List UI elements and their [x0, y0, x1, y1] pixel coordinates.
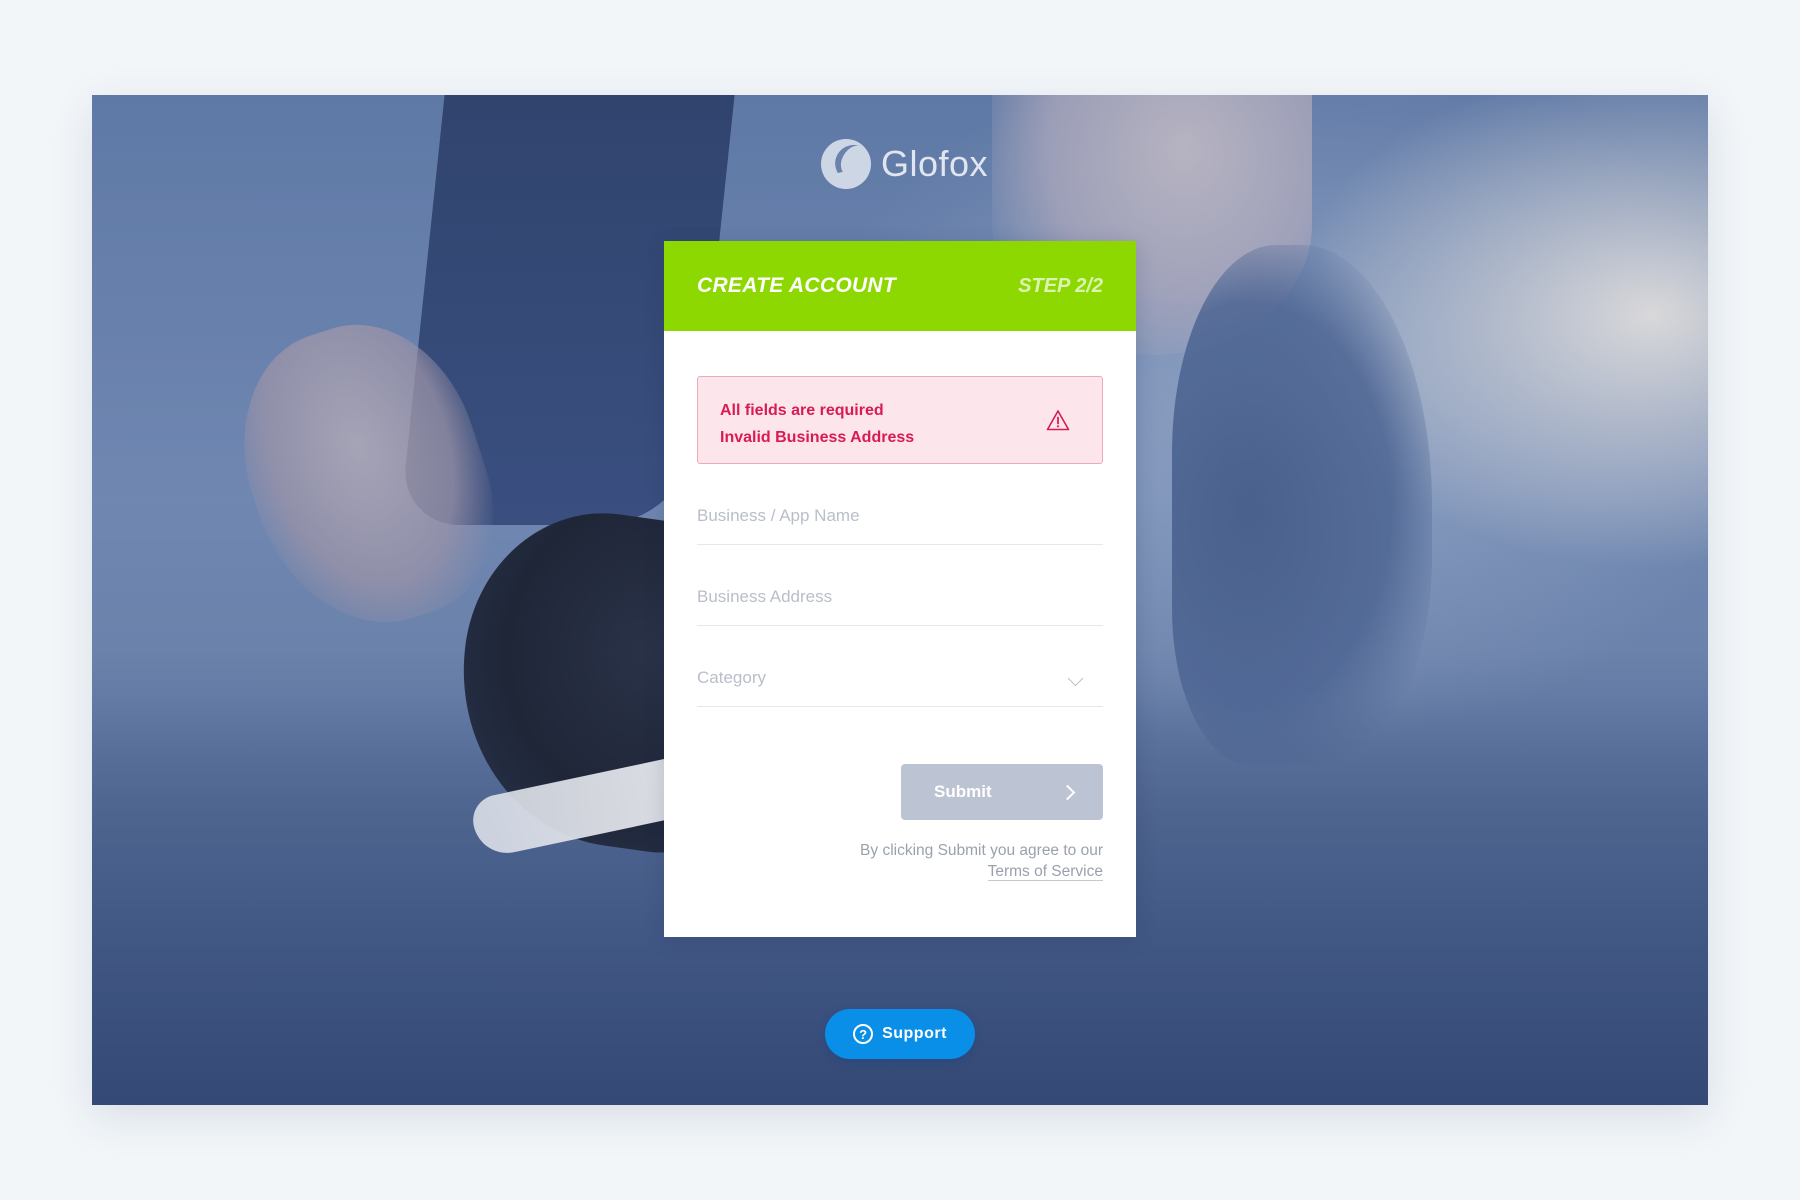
brand-name: Glofox	[881, 143, 989, 184]
alert-message-required: All fields are required	[720, 402, 884, 419]
chevron-right-icon	[1059, 784, 1076, 800]
business-address-input[interactable]	[697, 587, 1103, 607]
brand-logo: Glofox	[821, 139, 988, 189]
glofox-logo-icon	[821, 139, 871, 189]
alert-message-address: Invalid Business Address	[720, 429, 915, 446]
business-name-field	[697, 464, 1103, 545]
create-account-card: CREATE ACCOUNT STEP 2/2 All fields are r…	[664, 241, 1136, 937]
card-title: CREATE ACCOUNT	[697, 274, 897, 297]
category-select[interactable]: Category	[697, 626, 1103, 707]
support-button[interactable]: ? Support	[825, 1009, 975, 1059]
card-header: CREATE ACCOUNT STEP 2/2	[664, 241, 1136, 331]
terms-text: By clicking Submit you agree to our	[860, 842, 1103, 859]
help-circle-icon: ?	[853, 1024, 874, 1044]
card-body: All fields are required Invalid Business…	[664, 331, 1136, 882]
terms-notice: By clicking Submit you agree to our Term…	[697, 840, 1103, 882]
background-photo: Glofox CREATE ACCOUNT STEP 2/2 All field…	[92, 95, 1708, 1105]
terms-of-service-link[interactable]: Terms of Service	[987, 863, 1103, 881]
step-indicator: STEP 2/2	[1018, 274, 1103, 297]
support-button-label: Support	[882, 1025, 947, 1042]
business-address-field	[697, 545, 1103, 626]
category-select-value: Category	[697, 668, 766, 687]
submit-button-label: Submit	[934, 782, 992, 801]
chevron-down-icon	[1067, 670, 1084, 687]
submit-button[interactable]: Submit	[901, 764, 1103, 820]
error-alert: All fields are required Invalid Business…	[697, 376, 1103, 464]
warning-triangle-icon	[1046, 410, 1070, 431]
business-name-input[interactable]	[697, 506, 1103, 526]
